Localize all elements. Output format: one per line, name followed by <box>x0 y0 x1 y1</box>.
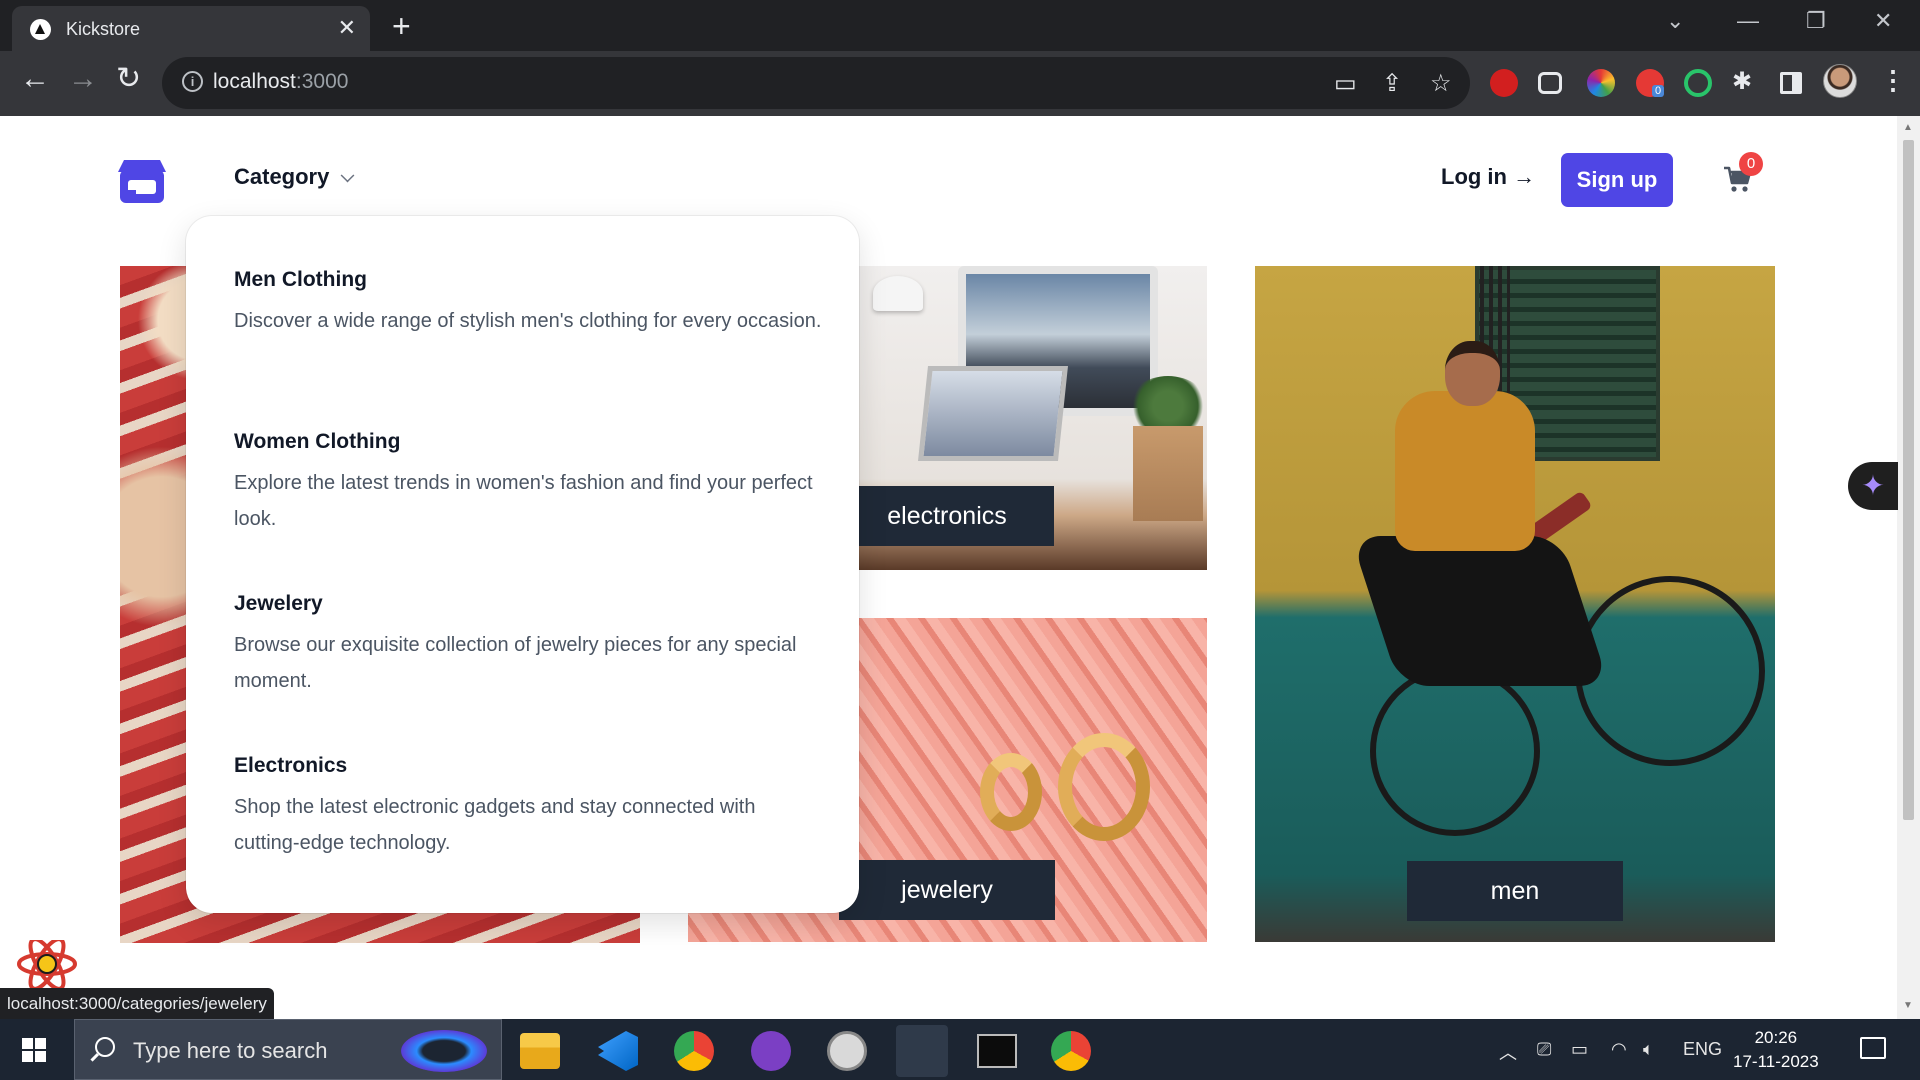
status-bar-url: localhost:3000/categories/jewelery <box>0 988 274 1020</box>
notification-center-icon[interactable] <box>1860 1037 1886 1059</box>
extension-picture-in-picture-icon[interactable] <box>1538 72 1562 94</box>
dropdown-item-women-clothing[interactable]: Women Clothing Explore the latest trends… <box>234 430 824 537</box>
lamp-image <box>873 276 923 311</box>
extension-badge: 0 <box>1652 85 1665 97</box>
url-text: localhost:3000 <box>213 70 349 93</box>
tab-close-icon[interactable]: ✕ <box>338 15 356 41</box>
store-logo-icon[interactable] <box>116 154 168 206</box>
dropdown-item-title: Jewelery <box>234 592 323 615</box>
wifi-icon[interactable]: ◠ <box>1611 1039 1627 1060</box>
reload-icon[interactable]: ↻ <box>116 64 141 94</box>
triangle-favicon-icon <box>30 19 51 40</box>
chevron-down-icon[interactable] <box>340 168 355 183</box>
rider-legs-image <box>1350 536 1610 686</box>
tray-chevron-up-icon[interactable]: ︿ <box>1499 1039 1517 1065</box>
windows-start-icon[interactable] <box>22 1038 46 1062</box>
extensions-puzzle-icon[interactable]: ✱ <box>1732 67 1752 96</box>
chrome-profile-icon[interactable] <box>1051 1031 1091 1071</box>
browser-tab[interactable]: Kickstore ✕ <box>12 6 370 51</box>
scroll-up-arrow-icon[interactable]: ▲ <box>1903 122 1913 133</box>
minimize-button[interactable]: — <box>1737 8 1759 34</box>
dropdown-item-description: Discover a wide range of stylish men's c… <box>234 310 822 332</box>
language-indicator[interactable]: ENG <box>1683 1039 1722 1060</box>
login-link[interactable]: Log in → <box>1441 164 1535 190</box>
category-dropdown: Men Clothing Discover a wide range of st… <box>186 216 859 913</box>
earring-hoop-image <box>1058 733 1150 841</box>
search-icon <box>95 1037 115 1057</box>
search-placeholder: Type here to search <box>133 1038 328 1063</box>
browser-menu-icon[interactable]: ⋮ <box>1880 65 1906 96</box>
tray-device-icon[interactable]: ⎚ <box>1537 1039 1551 1060</box>
chrome-icon[interactable] <box>674 1031 714 1071</box>
forward-arrow-icon[interactable]: → <box>68 64 98 94</box>
clock-time: 20:26 <box>1754 1028 1798 1047</box>
dropdown-item-jewelery[interactable]: Jewelery Browse our exquisite collection… <box>234 592 824 699</box>
reader-mode-icon[interactable]: ▭ <box>1334 69 1357 98</box>
profile-avatar[interactable] <box>1823 64 1857 98</box>
extension-shield-icon[interactable] <box>1490 69 1518 97</box>
clock-app-icon[interactable] <box>827 1031 867 1071</box>
back-arrow-icon[interactable]: ← <box>20 64 50 94</box>
site-info-icon[interactable]: i <box>182 71 203 92</box>
search-highlight-icon[interactable] <box>401 1030 487 1072</box>
window-close-button[interactable]: ✕ <box>1874 8 1892 34</box>
browser-tab-strip: Kickstore ✕ + ⌄ — ❐ ✕ <box>0 0 1920 51</box>
dropdown-item-title: Men Clothing <box>234 268 367 291</box>
earring-hoop-image <box>980 753 1042 831</box>
rider-head-image <box>1445 341 1500 406</box>
taskbar-clock[interactable]: 20:26 17-11-2023 <box>1733 1026 1819 1074</box>
chrome-profile-active-icon[interactable] <box>896 1025 948 1077</box>
jewelery-card-label: jewelery <box>839 860 1055 920</box>
ai-assistant-sparkle-icon[interactable]: ✦ <box>1848 462 1898 510</box>
volume-icon[interactable]: 🔈︎ <box>1643 1039 1654 1060</box>
category-menu-button[interactable]: Category <box>234 164 329 190</box>
extension-target-icon[interactable] <box>1684 69 1712 97</box>
address-bar[interactable]: i localhost:3000 ▭ ⇪ ☆ <box>162 57 1470 109</box>
dropdown-item-description: Explore the latest trends in women's fas… <box>234 472 813 530</box>
dropdown-item-men-clothing[interactable]: Men Clothing Discover a wide range of st… <box>234 268 824 339</box>
extension-color-picker-icon[interactable] <box>1587 69 1615 97</box>
dropdown-item-electronics[interactable]: Electronics Shop the latest electronic g… <box>234 754 824 861</box>
taskbar-search-box[interactable]: Type here to search <box>74 1019 502 1080</box>
page-content: Category Log in → Sign up 0 electronics … <box>0 116 1897 1019</box>
category-card-men[interactable]: men <box>1255 266 1775 942</box>
share-icon[interactable]: ⇪ <box>1382 69 1402 98</box>
bike-rear-wheel-image <box>1370 666 1540 836</box>
clock-date: 17-11-2023 <box>1733 1052 1819 1071</box>
new-tab-button[interactable]: + <box>392 8 411 45</box>
browser-toolbar: ← → ↻ i localhost:3000 ▭ ⇪ ☆ 0 ✱ ⋮ <box>0 51 1920 116</box>
cart-count-badge: 0 <box>1739 152 1763 176</box>
dropdown-item-title: Women Clothing <box>234 430 401 453</box>
pot-image <box>1133 426 1203 521</box>
tab-title: Kickstore <box>66 19 141 39</box>
dropdown-item-description: Browse our exquisite collection of jewel… <box>234 634 797 692</box>
dropdown-item-description: Shop the latest electronic gadgets and s… <box>234 796 756 854</box>
scrollbar-thumb[interactable] <box>1903 140 1914 820</box>
scroll-down-arrow-icon[interactable]: ▼ <box>1903 1000 1913 1011</box>
dropdown-item-title: Electronics <box>234 754 348 777</box>
men-card-label: men <box>1407 861 1623 921</box>
rider-body-image <box>1395 391 1535 551</box>
extension-notification-icon[interactable]: 0 <box>1636 69 1665 97</box>
side-panel-icon[interactable] <box>1780 72 1802 94</box>
github-desktop-icon[interactable] <box>751 1031 791 1071</box>
signup-button[interactable]: Sign up <box>1561 153 1673 207</box>
terminal-icon[interactable] <box>977 1034 1017 1068</box>
bookmark-star-icon[interactable]: ☆ <box>1430 69 1452 98</box>
bike-front-wheel-image <box>1575 576 1765 766</box>
tab-search-icon[interactable]: ⌄ <box>1666 8 1684 34</box>
laptop-image <box>918 366 1068 461</box>
page-scrollbar[interactable]: ▲ ▼ <box>1897 116 1920 1019</box>
restore-button[interactable]: ❐ <box>1806 8 1826 34</box>
windows-taskbar: Type here to search ︿ ⎚ ▭ ◠ 🔈︎ ENG 20:26… <box>0 1019 1920 1080</box>
file-explorer-icon[interactable] <box>520 1033 560 1069</box>
battery-icon[interactable]: ▭ <box>1571 1039 1588 1060</box>
react-devtools-icon[interactable] <box>16 940 78 988</box>
vscode-icon[interactable] <box>598 1031 638 1071</box>
electronics-card-label: electronics <box>840 486 1054 546</box>
